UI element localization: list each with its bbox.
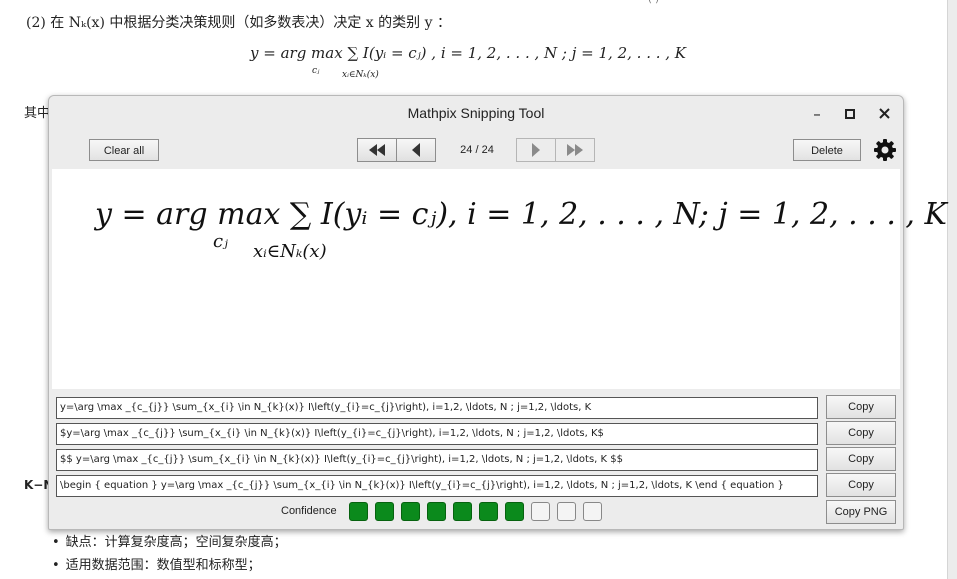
confidence-box-filled	[349, 502, 368, 521]
latex-row: $y=\arg \max _{c_{j}} \sum_{x_{i} \in N_…	[56, 421, 896, 447]
confidence-box-empty	[583, 502, 602, 521]
copy-png-button[interactable]: Copy PNG	[826, 500, 896, 524]
maximize-button[interactable]	[840, 104, 860, 124]
first-button[interactable]	[357, 138, 397, 162]
window-titlebar[interactable]: Mathpix Snipping Tool –	[49, 96, 903, 132]
latex-display-field[interactable]: $$ y=\arg \max _{c_{j}} \sum_{x_{i} \in …	[56, 449, 818, 471]
document-formula-text: y = arg max ∑ I(yᵢ = cⱼ) , i = 1, 2, . .…	[250, 44, 687, 62]
document-top-fragment: ( )	[648, 0, 659, 5]
window-title: Mathpix Snipping Tool	[407, 105, 545, 121]
confidence-box-empty	[557, 502, 576, 521]
latex-row: $$ y=\arg \max _{c_{j}} \sum_{x_{i} \in …	[56, 447, 896, 473]
confidence-box-filled	[427, 502, 446, 521]
settings-button[interactable]	[873, 138, 897, 162]
next-icon	[532, 143, 540, 157]
preview-equation-text: y = arg max ∑ I(yᵢ = cⱼ), i = 1, 2, . . …	[95, 197, 947, 232]
confidence-box-filled	[401, 502, 420, 521]
delete-button[interactable]: Delete	[793, 139, 861, 161]
clear-all-button[interactable]: Clear all	[89, 139, 159, 161]
fast-forward-icon	[567, 144, 583, 156]
confidence-box-filled	[505, 502, 524, 521]
confidence-box-empty	[531, 502, 550, 521]
snip-counter: 24 / 24	[460, 144, 494, 156]
document-step-2-text: (2) 在 Nₖ(x) 中根据分类决策规则（如多数表决）决定 x 的类别 y ：	[26, 15, 451, 31]
close-icon	[878, 108, 890, 119]
confidence-box-filled	[375, 502, 394, 521]
confidence-box-filled	[479, 502, 498, 521]
preview-sub-c: cⱼ	[213, 231, 228, 252]
latex-row: y=\arg \max _{c_{j}} \sum_{x_{i} \in N_{…	[56, 395, 896, 421]
document-bullet-cons: 缺点：计算复杂度高；空间复杂度高；	[52, 531, 287, 554]
confidence-label: Confidence	[281, 505, 337, 517]
maximize-icon	[845, 109, 855, 119]
previous-button[interactable]	[396, 138, 436, 162]
document-scrollbar[interactable]	[947, 0, 957, 579]
latex-equation-field[interactable]: \begin { equation } y=\arg \max _{c_{j}}…	[56, 475, 818, 497]
document-formula-sub-sum: xᵢ∈Nₖ(x)	[342, 70, 379, 80]
rewind-icon	[369, 144, 385, 156]
confidence-box-filled	[453, 502, 472, 521]
previous-icon	[412, 143, 420, 157]
copy-button[interactable]: Copy	[826, 395, 896, 419]
document-formula: y = arg max ∑ I(yᵢ = cⱼ) , i = 1, 2, . .…	[250, 44, 687, 80]
mathpix-window: Mathpix Snipping Tool – Clear all 24 / 2…	[48, 95, 947, 530]
last-button[interactable]	[555, 138, 595, 162]
copy-display-button[interactable]: Copy	[826, 447, 896, 471]
copy-equation-button[interactable]: Copy	[826, 473, 896, 497]
preview-equation: y = arg max ∑ I(yᵢ = cⱼ), i = 1, 2, . . …	[95, 197, 947, 262]
document-bullet-list: 缺点：计算复杂度高；空间复杂度高； 适用数据范围：数值型和标称型；	[52, 531, 287, 577]
next-button[interactable]	[516, 138, 556, 162]
gear-icon	[874, 139, 896, 161]
latex-field[interactable]: y=\arg \max _{c_{j}} \sum_{x_{i} \in N_{…	[56, 397, 818, 419]
document-formula-sub-c: cⱼ	[312, 66, 320, 76]
equation-preview: y = arg max ∑ I(yᵢ = cⱼ), i = 1, 2, . . …	[52, 169, 947, 389]
latex-row: \begin { equation } y=\arg \max _{c_{j}}…	[56, 473, 896, 499]
preview-sub-sum: xᵢ∈Nₖ(x)	[253, 241, 327, 262]
document-qizhong-text: 其中	[24, 106, 51, 121]
close-button[interactable]	[874, 104, 894, 124]
document-bullet-data-range: 适用数据范围：数值型和标称型；	[52, 554, 287, 577]
latex-inline-field[interactable]: $y=\arg \max _{c_{j}} \sum_{x_{i} \in N_…	[56, 423, 818, 445]
minimize-button[interactable]: –	[807, 104, 827, 124]
copy-inline-button[interactable]: Copy	[826, 421, 896, 445]
